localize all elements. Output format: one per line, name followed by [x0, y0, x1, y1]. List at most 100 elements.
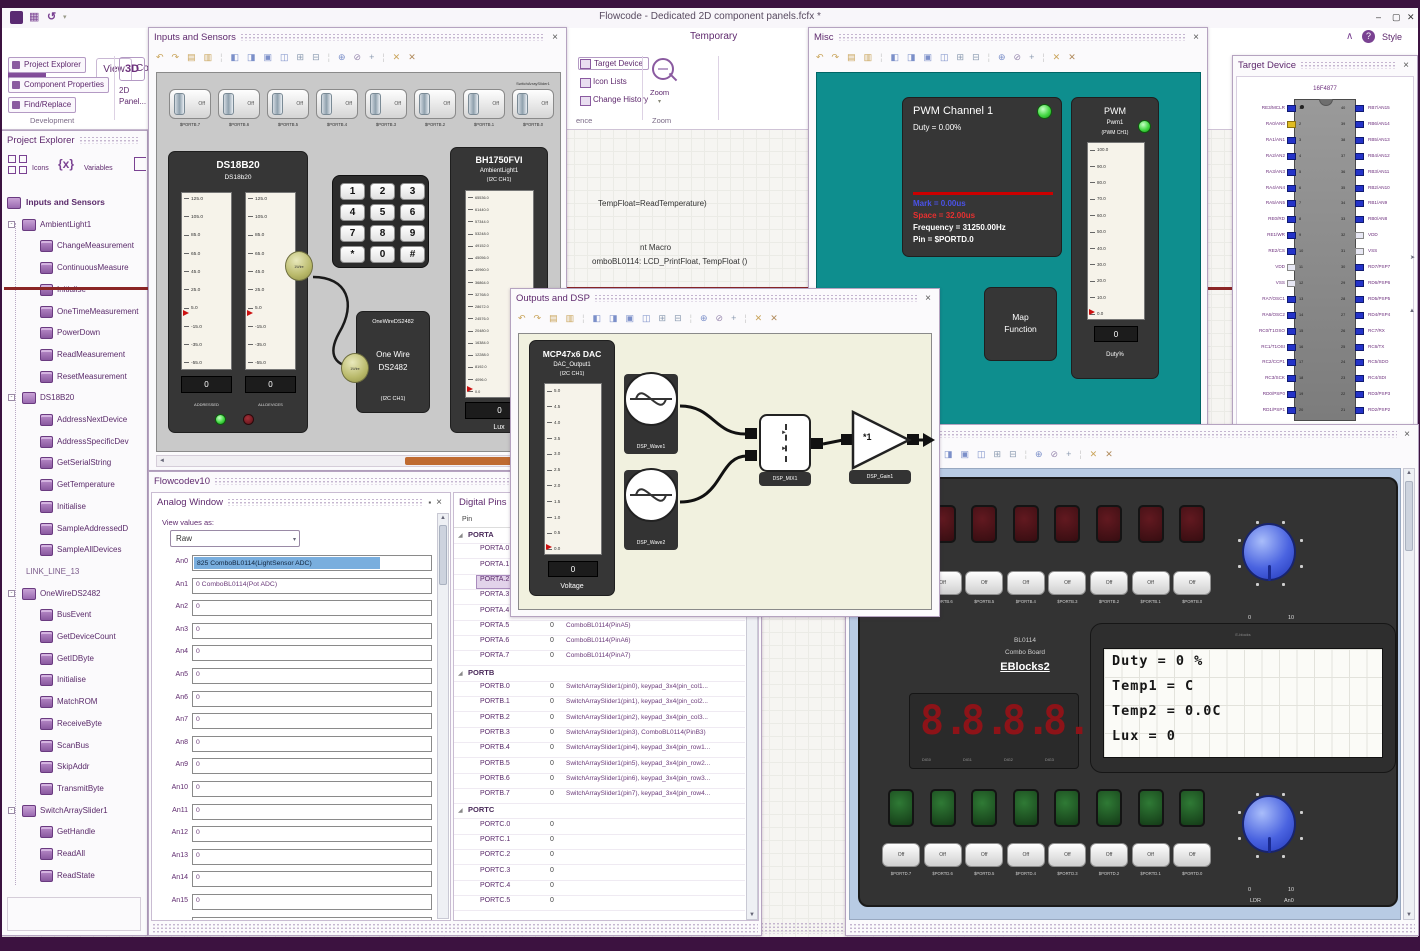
pin-pad-left[interactable] — [1287, 407, 1296, 415]
group-expander-icon[interactable]: ◢ — [458, 807, 463, 814]
tree-item-macro[interactable]: TransmitByte — [57, 784, 147, 804]
tree-item-macro[interactable]: SkipAddr — [57, 762, 147, 782]
board-button[interactable]: Off — [1173, 571, 1212, 595]
toolbar-icon[interactable]: ⊞ — [659, 313, 667, 324]
zoom-button-label[interactable]: Zoom — [650, 88, 669, 97]
panel-label2[interactable]: Panel... — [119, 97, 146, 106]
digital-pin-name[interactable]: PORTC.3 — [480, 867, 510, 874]
board-button[interactable]: Off — [882, 843, 920, 867]
analog-row-value-box[interactable]: 825 ComboBL0114(LightSensor ADC) — [192, 555, 432, 571]
scale-marker[interactable] — [183, 310, 189, 317]
tree-item-root[interactable]: Inputs and Sensors — [26, 197, 147, 217]
tree-item-macro[interactable]: BusEvent — [57, 610, 147, 630]
board-button[interactable]: Off — [1048, 571, 1087, 595]
toolbar-icon[interactable]: ▣ — [961, 449, 970, 460]
board-button[interactable]: Off — [1006, 571, 1045, 595]
pin-pad-left[interactable] — [1287, 295, 1296, 303]
board-button[interactable]: Off — [923, 843, 962, 867]
pin-pad-left[interactable] — [1287, 391, 1296, 399]
board-button[interactable]: Off — [1090, 571, 1128, 595]
keypad-key-1[interactable]: 1 — [340, 183, 365, 200]
switch-handle[interactable] — [468, 93, 479, 115]
system-panel-vscrollbar[interactable]: ▲ ▼ — [1403, 468, 1415, 920]
toolbar-icon[interactable]: ✕ — [1053, 52, 1061, 63]
digital-column-header[interactable]: Pin — [462, 516, 472, 523]
analog-row-value-box[interactable]: 0 — [192, 645, 432, 662]
pin-pad-right[interactable] — [1355, 136, 1364, 144]
board-button[interactable]: Off — [965, 571, 1004, 595]
pwm-slider-scale[interactable]: 100.0 90.0 80.0 70.0 60.0 50.0 40.0 30.0 20.0 10.… — [1087, 142, 1145, 320]
toggle-switch[interactable]: Off — [463, 89, 505, 119]
toolbar-icon[interactable]: + — [369, 52, 374, 62]
switch-handle[interactable] — [223, 93, 234, 115]
toggle-switch[interactable]: Off — [365, 89, 407, 119]
pin-pad-right[interactable] — [1355, 105, 1364, 112]
toolbar-icon[interactable]: ⊟ — [312, 52, 320, 63]
tree-item-macro[interactable]: ChangeMeasurement — [57, 241, 147, 261]
toolbar-icon[interactable]: ◨ — [609, 313, 618, 324]
pin-pad-right[interactable] — [1355, 152, 1364, 160]
dsp-mixer-component[interactable]: ► ► — [759, 414, 811, 472]
toolbar-icon[interactable]: ⊕ — [700, 313, 708, 324]
tree-item-macro[interactable]: GetTemperature — [57, 480, 147, 500]
toolbar-icon[interactable]: ⊘ — [354, 52, 362, 63]
digital-pin-name[interactable]: PORTB.2 — [480, 714, 510, 721]
scale-marker[interactable] — [1089, 308, 1095, 315]
pin-pad-left[interactable] — [1287, 311, 1296, 319]
board-button[interactable]: Off — [1048, 843, 1087, 867]
panel-2d-label[interactable]: 2D — [119, 86, 129, 95]
toggle-target-device[interactable]: Target Device — [578, 57, 649, 70]
digital-pin-name[interactable]: PORTA.5 — [480, 622, 509, 629]
tree-item-macro[interactable]: ReadAll — [57, 849, 147, 869]
tree-item-macro[interactable]: GetHandle — [57, 827, 147, 847]
macros-icon[interactable] — [134, 157, 146, 171]
onewire-connector-1[interactable]: 1Wire — [285, 251, 313, 281]
digital-pin-name[interactable]: PORTA.7 — [480, 652, 509, 659]
tree-item-macro[interactable]: OneTimeMeasurement — [57, 307, 147, 327]
toolbar-icon[interactable]: ↶ — [518, 313, 526, 324]
pin-pad-left[interactable] — [1287, 232, 1296, 240]
pin-pad-left[interactable] — [1287, 105, 1296, 112]
toggle-switch[interactable]: Off — [267, 89, 309, 119]
tree-expander[interactable]: - — [8, 220, 15, 228]
switch-handle[interactable] — [370, 93, 381, 115]
zoom-dropdown-icon[interactable]: ▾ — [658, 98, 661, 105]
toolbar-icon[interactable]: ▥ — [204, 52, 213, 63]
toolbar-icon[interactable]: ↶ — [816, 52, 824, 63]
toolbar-icon[interactable]: ▣ — [626, 313, 635, 324]
tree-expander[interactable]: - — [8, 394, 15, 402]
analog-row-value-box[interactable]: 0 — [192, 871, 432, 888]
tree-item-macro[interactable]: ContinuousMeasure — [57, 263, 147, 283]
toolbar-icon[interactable]: ⊕ — [998, 52, 1006, 63]
pin-pad-left[interactable] — [1287, 375, 1296, 383]
variables-label[interactable]: Variables — [84, 165, 113, 172]
tree-item-macro[interactable]: ReceiveByte — [57, 719, 147, 739]
pin-pad-left[interactable] — [1287, 343, 1296, 351]
digital-pin-name[interactable]: PORTC.4 — [480, 882, 510, 889]
toolbar-icon[interactable]: ⊘ — [1051, 449, 1059, 460]
tree-item-macro[interactable]: Initialise — [57, 675, 147, 695]
digital-pin-name[interactable]: PORTA.0 — [480, 545, 509, 552]
toggle-switch[interactable]: Off — [218, 89, 260, 119]
pin-pad-left[interactable] — [1287, 264, 1296, 271]
toolbar-icon[interactable]: ▣ — [264, 52, 273, 63]
scale-marker[interactable] — [247, 310, 253, 317]
toolbar-icon[interactable]: ◨ — [907, 52, 916, 63]
panel-3d-icon[interactable]: 3D — [119, 57, 145, 81]
keypad-key-2[interactable]: 2 — [370, 183, 395, 200]
analog-row-value-box[interactable]: 0 — [192, 668, 432, 684]
analog-row-value-box[interactable]: 0 — [192, 600, 432, 617]
analog-row-value-box[interactable]: 0 — [192, 916, 432, 920]
analog-row-value-box[interactable]: 0 — [192, 690, 432, 707]
toggle-change-history[interactable]: Change History — [579, 95, 648, 106]
pin-pad-left[interactable] — [1287, 120, 1296, 128]
outputs-close-icon[interactable]: × — [922, 293, 934, 304]
help-icon[interactable]: ? — [1362, 30, 1375, 43]
pin-pad-right[interactable] — [1355, 264, 1364, 271]
toolbar-icon[interactable]: ⊕ — [338, 52, 346, 63]
tree-item-folder[interactable]: OneWireDS2482 — [40, 589, 147, 609]
toolbar-icon[interactable]: ◧ — [890, 52, 899, 63]
flowcode-hscroll[interactable] — [152, 923, 758, 933]
digital-pin-name[interactable]: PORTB.0 — [480, 683, 510, 690]
toolbar-icon[interactable]: ◫ — [977, 449, 986, 460]
